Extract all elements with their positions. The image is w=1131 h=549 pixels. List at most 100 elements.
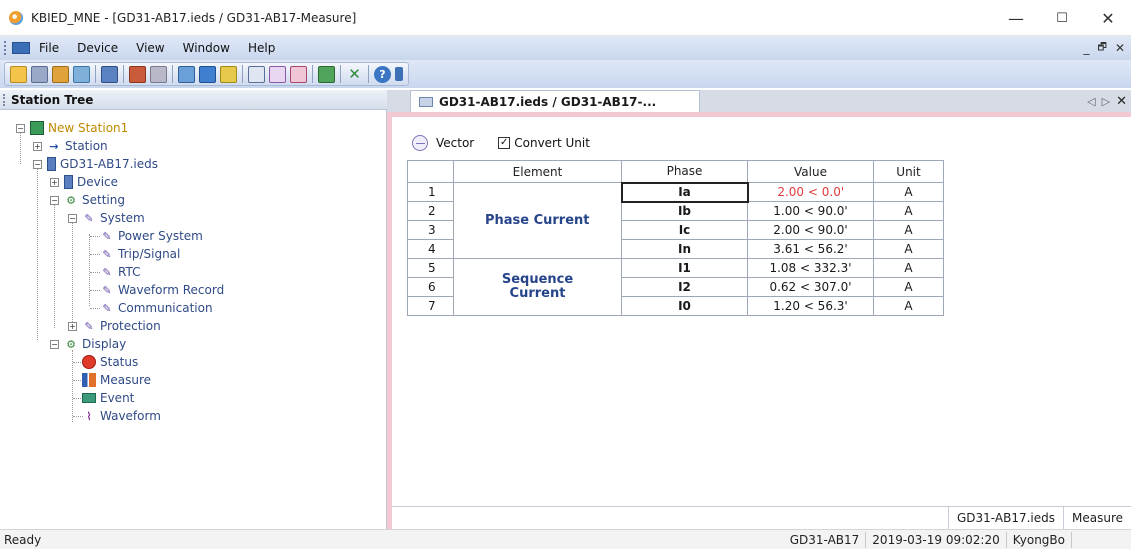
toolbar-separator — [312, 65, 313, 83]
document-tab[interactable]: GD31-AB17.ieds / GD31-AB17-... — [410, 90, 700, 112]
tree-node-new-station[interactable]: New Station1 — [30, 119, 128, 137]
menu-file[interactable]: File — [30, 41, 68, 55]
menu-device[interactable]: Device — [68, 41, 127, 55]
tree-node-system[interactable]: ✎ System — [82, 209, 144, 227]
monitor-icon[interactable] — [199, 65, 216, 83]
download-icon[interactable] — [178, 65, 195, 83]
menu-help[interactable]: Help — [239, 41, 284, 55]
unit-cell[interactable]: A — [873, 296, 944, 316]
tree-connector — [37, 160, 38, 340]
disconnect-icon[interactable] — [150, 65, 167, 83]
value-cell[interactable]: 1.08 < 332.3' — [747, 258, 874, 278]
unit-cell[interactable]: A — [873, 182, 944, 202]
maximize-button[interactable]: ☐ — [1039, 0, 1085, 36]
unit-cell[interactable]: A — [873, 201, 944, 221]
expander-setting[interactable]: − — [50, 196, 59, 205]
tree-node-measure[interactable]: Measure — [82, 371, 151, 389]
tree-node-status[interactable]: Status — [82, 353, 138, 371]
value-cell[interactable]: 2.00 < 0.0' — [747, 182, 874, 202]
tree-connector — [54, 198, 55, 328]
expander-device[interactable]: + — [50, 178, 59, 187]
station-icon — [30, 121, 44, 135]
tree-node-communication[interactable]: ✎ Communication — [100, 299, 212, 317]
tree-node-device[interactable]: Device — [64, 173, 118, 191]
connect-icon[interactable] — [129, 65, 146, 83]
waveform-icon[interactable] — [269, 65, 286, 83]
expander-display[interactable]: − — [50, 340, 59, 349]
menu-view[interactable]: View — [127, 41, 173, 55]
convert-unit-checkbox[interactable]: ✓ — [498, 137, 511, 149]
station-icon[interactable] — [73, 65, 90, 83]
row-number-header — [407, 160, 454, 183]
phase-cell[interactable]: Ib — [621, 201, 748, 221]
minimize-button[interactable]: — — [993, 0, 1039, 36]
expander-protection[interactable]: + — [68, 322, 77, 331]
tree-connector — [72, 350, 73, 422]
gears-icon: ⚙ — [66, 337, 76, 351]
toolbar-separator — [242, 65, 243, 83]
tree-view-icon[interactable] — [101, 65, 118, 83]
tab-close-icon[interactable]: ✕ — [1116, 94, 1127, 109]
value-cell[interactable]: 1.20 < 56.3' — [747, 296, 874, 316]
tree-node-device-file[interactable]: GD31-AB17.ieds — [47, 155, 158, 173]
value-cell[interactable]: 3.61 < 56.2' — [747, 239, 874, 259]
export-icon[interactable] — [318, 65, 335, 83]
tree-node-setting[interactable]: ⚙ Setting — [64, 191, 125, 209]
tree-node-power-system[interactable]: ✎ Power System — [100, 227, 202, 245]
save-all-icon[interactable] — [52, 65, 69, 83]
expander-station[interactable]: + — [33, 142, 42, 151]
unit-cell[interactable]: A — [873, 239, 944, 259]
tree-node-waveform[interactable]: ⌇ Waveform — [82, 407, 161, 425]
panel-grip[interactable] — [3, 93, 6, 106]
tab-scroll-right-icon[interactable]: ▷ — [1102, 95, 1110, 108]
unit-cell[interactable]: A — [873, 258, 944, 278]
expander-system[interactable]: − — [68, 214, 77, 223]
help-icon[interactable]: ? — [374, 65, 391, 83]
mdi-restore-button[interactable]: 🗗 — [1098, 40, 1107, 57]
value-cell[interactable]: 2.00 < 90.0' — [747, 220, 874, 240]
tree-node-protection[interactable]: ✎ Protection — [82, 317, 160, 335]
mdi-close-button[interactable]: ✕ — [1115, 41, 1125, 55]
save-icon[interactable] — [31, 65, 48, 83]
wrench-icon: ✎ — [102, 229, 112, 243]
expander-device-file[interactable]: − — [33, 160, 42, 169]
bottom-tab-device-file[interactable]: GD31-AB17.ieds — [948, 506, 1063, 530]
tree-node-event[interactable]: Event — [82, 389, 134, 407]
tree-node-display[interactable]: ⚙ Display — [64, 335, 126, 353]
row-number: 7 — [407, 296, 454, 316]
value-cell[interactable]: 1.00 < 90.0' — [747, 201, 874, 221]
phase-cell[interactable]: Ia — [620, 181, 749, 203]
tree-node-waveform-record[interactable]: ✎ Waveform Record — [100, 281, 224, 299]
title-bar: KBIED_MNE - [GD31-AB17.ieds / GD31-AB17-… — [0, 0, 1131, 36]
phase-cell[interactable]: Ic — [621, 220, 748, 240]
phase-cell[interactable]: I2 — [621, 277, 748, 297]
delete-icon[interactable]: ✕ — [346, 65, 363, 83]
toolbar-separator — [172, 65, 173, 83]
waveform-export-icon[interactable] — [290, 65, 307, 83]
bottom-tab-measure[interactable]: Measure — [1063, 506, 1131, 530]
unit-cell[interactable]: A — [873, 220, 944, 240]
mdi-minimize-button[interactable]: _ — [1084, 41, 1090, 55]
tab-scroll-left-icon[interactable]: ◁ — [1087, 95, 1095, 108]
document-system-icon[interactable] — [12, 42, 30, 54]
vector-label[interactable]: Vector — [436, 136, 474, 150]
window-icon[interactable] — [248, 65, 265, 83]
grid-view-icon[interactable] — [220, 65, 237, 83]
open-folder-icon[interactable] — [10, 65, 27, 83]
phase-cell[interactable]: I0 — [621, 296, 748, 316]
grip-handle[interactable] — [4, 41, 8, 55]
phase-cell[interactable]: I1 — [621, 258, 748, 278]
vector-icon[interactable] — [412, 135, 428, 151]
value-cell[interactable]: 0.62 < 307.0' — [747, 277, 874, 297]
tree-node-station[interactable]: → Station — [47, 137, 107, 155]
tree-node-rtc[interactable]: ✎ RTC — [100, 263, 140, 281]
unit-cell[interactable]: A — [873, 277, 944, 297]
convert-unit-label[interactable]: Convert Unit — [514, 136, 590, 150]
toolbar-overflow-icon[interactable] — [395, 67, 403, 81]
menu-window[interactable]: Window — [174, 41, 239, 55]
phase-cell[interactable]: In — [621, 239, 748, 259]
expander-station-root[interactable]: − — [16, 124, 25, 133]
tree-node-trip-signal[interactable]: ✎ Trip/Signal — [100, 245, 180, 263]
close-button[interactable]: ✕ — [1085, 0, 1131, 36]
value-header: Value — [747, 160, 874, 183]
